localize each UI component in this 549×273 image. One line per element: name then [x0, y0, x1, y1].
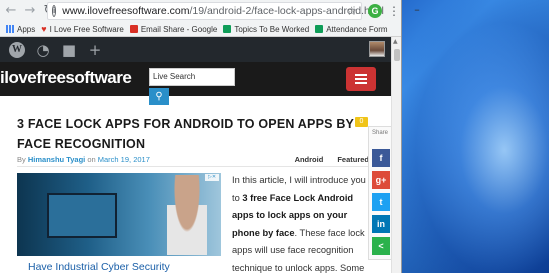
apps-grid-icon [6, 25, 14, 33]
article-body: In this article, I will introduce you to… [232, 172, 368, 273]
bookmark-label: Attendance Form [326, 24, 388, 34]
ad-person-graphic [167, 175, 207, 255]
comment-count-badge[interactable]: 0 [355, 117, 368, 127]
wordpress-logo-icon[interactable]: W [8, 41, 26, 59]
avatar[interactable] [369, 41, 385, 57]
url-text[interactable]: www.ilovefreesoftware.com/19/android-2/f… [62, 5, 384, 17]
info-icon[interactable]: i [52, 5, 57, 17]
ad-choices-icon[interactable]: ▷✕ [205, 174, 219, 181]
bookmark-attendance[interactable]: Attendance Form [315, 24, 388, 34]
post-meta: By Himanshu Tyagi on March 19, 2017 Andr… [17, 155, 369, 167]
bookmark-star-icon[interactable]: ☆ [346, 3, 357, 19]
bookmark-ilovefreesoftware[interactable]: ♥ I Love Free Software [41, 25, 124, 34]
browser-menu-icon[interactable]: ⋮ [388, 3, 400, 19]
mail-icon [129, 25, 138, 33]
share-more-button[interactable]: < [372, 237, 390, 255]
site-header: ilovefreesoftware Live Search [0, 62, 391, 96]
omnibox[interactable]: i www.ilovefreesoftware.com/19/android-2… [47, 2, 384, 20]
new-post-icon[interactable]: + [86, 41, 104, 59]
twitter-share-button[interactable]: t [372, 193, 390, 211]
form-icon [315, 25, 324, 33]
site-logo[interactable]: ilovefreesoftware [0, 68, 132, 88]
bookmarks-bar: Apps ♥ I Love Free Software Email Share -… [0, 22, 401, 37]
wordpress-admin-bar: W ◔ ■ + [0, 37, 391, 62]
minimize-icon[interactable]: – [402, 0, 432, 22]
url-host: www.ilovefreesoftware.com [62, 5, 190, 17]
sheet-icon [223, 25, 232, 33]
share-sidebar: Share f g+ t in < [368, 126, 392, 260]
ad-caption-link[interactable]: Have Industrial Cyber Security [28, 261, 170, 273]
bookmark-label: Topics To Be Worked [234, 24, 310, 34]
bookmark-email-share[interactable]: Email Share - Google [129, 24, 218, 34]
address-bar-row: ← → ↻ i www.ilovefreesoftware.com/19/and… [0, 0, 401, 22]
author-link[interactable]: Himanshu Tyagi [28, 155, 85, 164]
bookmark-label: I Love Free Software [49, 24, 124, 34]
grammarly-extension-icon[interactable]: G [368, 4, 382, 18]
share-label: Share [372, 130, 389, 136]
scroll-up-icon[interactable]: ▲ [393, 38, 398, 45]
search-input[interactable]: Live Search [149, 68, 235, 86]
category-link[interactable]: Android [295, 155, 324, 164]
bookmark-label: Apps [17, 24, 36, 34]
facebook-share-button[interactable]: f [372, 149, 390, 167]
desktop-wallpaper-glow [400, 0, 549, 273]
linkedin-share-button[interactable]: in [372, 215, 390, 233]
googleplus-share-button[interactable]: g+ [372, 171, 390, 189]
bookmark-topics[interactable]: Topics To Be Worked [223, 25, 309, 34]
bookmark-apps[interactable]: Apps [6, 25, 35, 34]
meta-on: on [87, 155, 96, 164]
hamburger-menu-button[interactable] [346, 67, 376, 91]
post-categories: Android Featured [281, 155, 369, 164]
advertisement-image[interactable]: ▷✕ [17, 173, 221, 256]
post-date[interactable]: March 19, 2017 [98, 155, 150, 164]
window-controls: – [402, 0, 549, 22]
comments-icon[interactable]: ■ [60, 41, 78, 59]
bookmark-label: Email Share - Google [140, 24, 218, 34]
meta-by: By [17, 155, 26, 164]
search-icon[interactable]: ⚲ [149, 88, 169, 105]
category-link[interactable]: Featured [337, 155, 369, 164]
page-scrollbar[interactable]: ▲ [391, 37, 401, 273]
ad-monitor-graphic [47, 193, 117, 238]
page-title: 3 FACE LOCK APPS FOR ANDROID TO OPEN APP… [17, 117, 354, 151]
scrollbar-thumb[interactable] [394, 49, 400, 61]
dashboard-icon[interactable]: ◔ [34, 41, 52, 59]
browser-window: ← → ↻ i www.ilovefreesoftware.com/19/and… [0, 0, 402, 273]
back-icon[interactable]: ← [3, 3, 19, 19]
forward-icon[interactable]: → [22, 3, 38, 19]
heart-icon: ♥ [41, 24, 47, 34]
